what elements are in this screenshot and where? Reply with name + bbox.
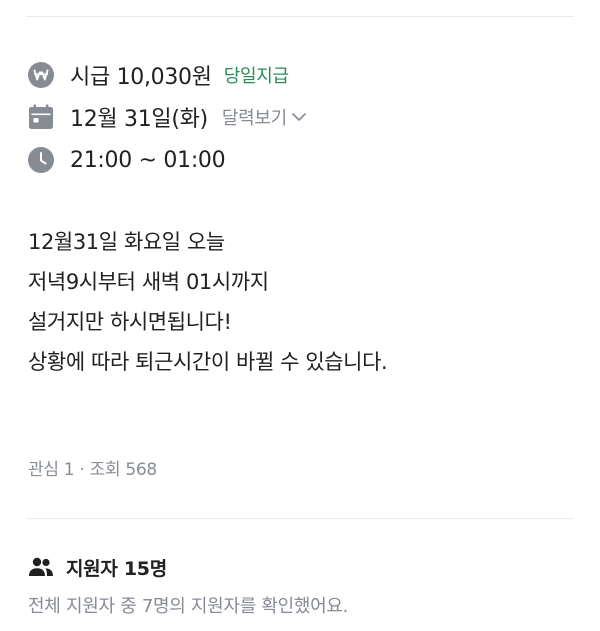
description-line: 설거지만 하시면됩니다! — [28, 310, 232, 334]
calendar-view-label: 달력보기 — [221, 108, 287, 129]
description-line: 12월31일 화요일 오늘 — [28, 230, 225, 254]
chevron-down-icon — [292, 113, 306, 121]
wage-row: 시급 10,030원 당일지급 — [28, 59, 289, 91]
calendar-view-toggle[interactable]: 달력보기 — [222, 104, 308, 130]
time-row: 21:00 ~ 01:00 — [28, 144, 226, 176]
applicants-count: 지원자 15명 — [66, 557, 167, 580]
clock-icon — [28, 147, 54, 173]
interest-view-stats: 관심 1 · 조회 568 — [28, 460, 157, 480]
applicants-checked-text: 전체 지원자 중 7명의 지원자를 확인했어요. — [28, 596, 349, 617]
description-line: 상황에 따라 퇴근시간이 바뀔 수 있습니다. — [28, 350, 388, 374]
same-day-pay-tag: 당일지급 — [223, 66, 289, 87]
time-text: 21:00 ~ 01:00 — [70, 147, 226, 173]
won-circle-icon — [28, 62, 54, 88]
calendar-icon — [28, 104, 54, 130]
job-description: 12월31일 화요일 오늘 저녁9시부터 새벽 01시까지 설거지만 하시면됩니… — [28, 222, 573, 382]
section-divider — [26, 518, 574, 519]
people-icon — [29, 557, 53, 576]
top-divider — [26, 16, 574, 17]
date-text: 12월 31일(화) — [70, 107, 208, 132]
date-row: 12월 31일(화) 달력보기 — [28, 101, 308, 133]
applicants-header[interactable]: 지원자 15명 — [28, 553, 167, 581]
description-line: 저녁9시부터 새벽 01시까지 — [28, 270, 269, 294]
wage-text: 시급 10,030원 — [70, 65, 212, 90]
